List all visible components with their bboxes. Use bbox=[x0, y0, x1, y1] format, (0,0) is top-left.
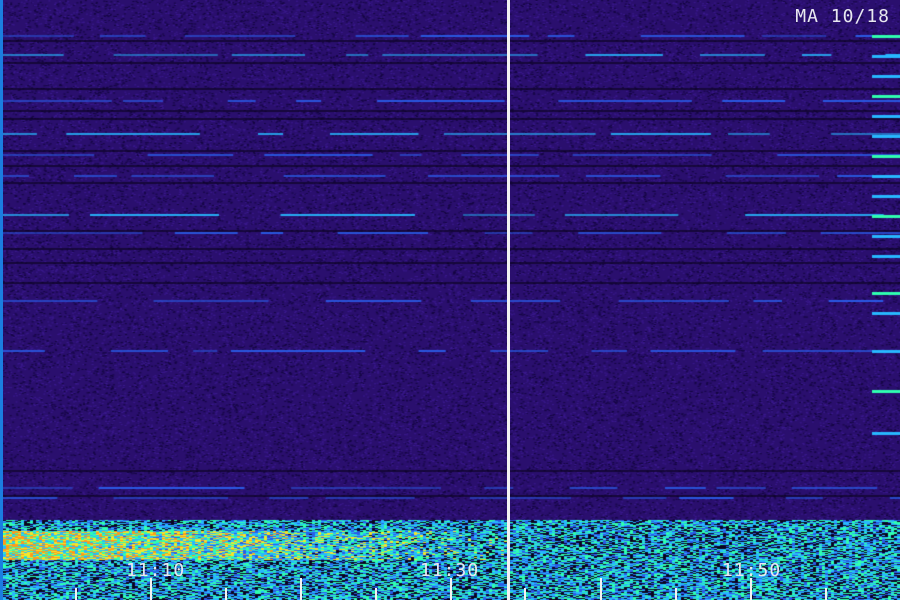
time-divider-line bbox=[507, 0, 510, 600]
time-label: 11:30 bbox=[420, 560, 480, 581]
station-date-label: MA 10/18 bbox=[795, 6, 890, 27]
time-tick bbox=[675, 588, 677, 600]
time-tick bbox=[600, 578, 602, 600]
time-tick bbox=[524, 588, 526, 600]
time-tick bbox=[75, 588, 77, 600]
time-tick bbox=[225, 588, 227, 600]
left-edge-marker bbox=[0, 0, 3, 600]
time-tick bbox=[750, 578, 752, 600]
time-tick bbox=[375, 588, 377, 600]
time-tick bbox=[150, 578, 152, 600]
time-tick bbox=[825, 588, 827, 600]
time-label: 11:10 bbox=[126, 560, 186, 581]
time-label: 11:50 bbox=[722, 560, 782, 581]
time-tick bbox=[300, 578, 302, 600]
spectrogram-canvas bbox=[0, 0, 900, 600]
spectrogram-view: MA 10/18 11:10 11:30 11:50 bbox=[0, 0, 900, 600]
time-tick bbox=[450, 578, 452, 600]
